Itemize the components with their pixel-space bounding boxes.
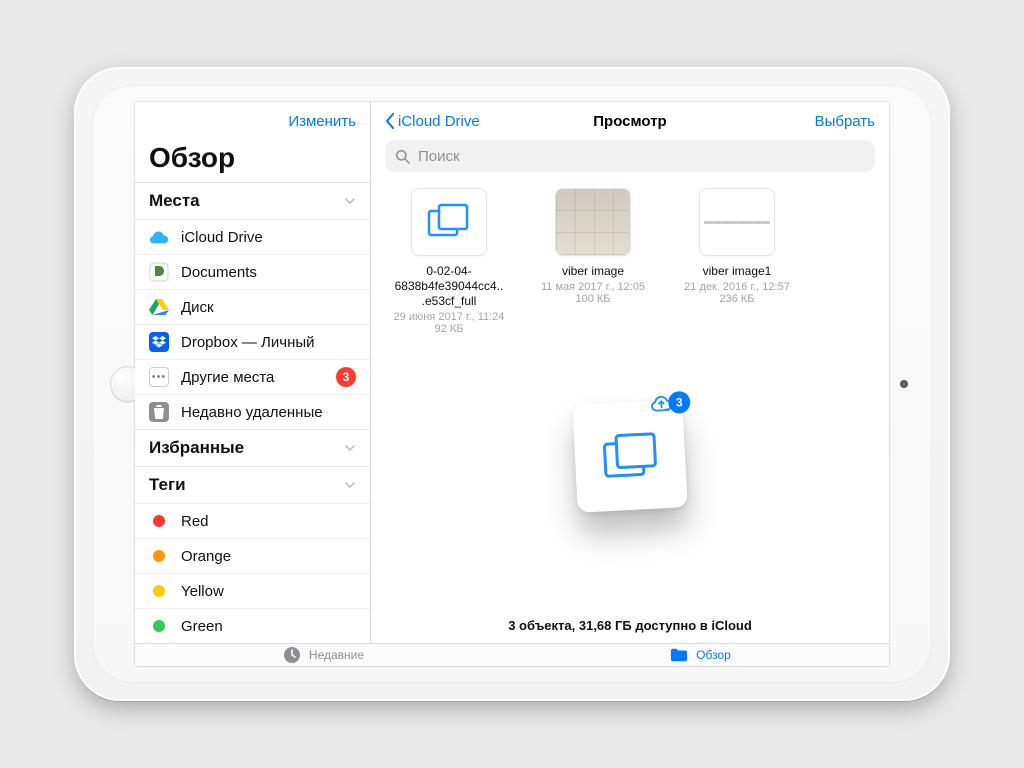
clock-icon	[283, 646, 301, 664]
sidebar-item-more-locations[interactable]: ••• Другие места 3	[135, 359, 370, 394]
search-placeholder: Поиск	[418, 148, 460, 165]
sidebar-item-label: Documents	[181, 264, 356, 281]
trash-icon	[149, 402, 169, 422]
favorites-header-label: Избранные	[149, 438, 244, 458]
favorites-header[interactable]: Избранные	[135, 430, 370, 466]
chevron-down-icon	[344, 195, 356, 207]
upload-count-badge: 3	[668, 391, 691, 414]
sidebar-item-documents[interactable]: Documents	[135, 254, 370, 289]
locations-header[interactable]: Места	[135, 183, 370, 219]
tab-label: Недавние	[309, 648, 364, 662]
file-size: 92 КБ	[435, 323, 464, 335]
sidebar-item-label: Другие места	[181, 369, 324, 386]
notification-badge: 3	[336, 367, 356, 387]
tab-recent[interactable]: Недавние	[135, 644, 512, 666]
sidebar-item-google-drive[interactable]: Диск	[135, 289, 370, 324]
sidebar-scroll[interactable]: Места iCloud Drive	[135, 182, 370, 643]
sidebar-item-label: Недавно удаленные	[181, 404, 356, 421]
sidebar-title: Обзор	[135, 140, 370, 182]
file-size: 100 КБ	[575, 293, 610, 305]
chevron-left-icon	[385, 113, 395, 129]
storage-status: 3 объекта, 31,68 ГБ доступно в iCloud	[371, 604, 889, 643]
main-content: iCloud Drive Просмотр Выбрать Поиск	[371, 102, 889, 643]
section-favorites: Избранные	[135, 429, 370, 466]
icloud-icon	[149, 227, 169, 247]
tab-browse[interactable]: Обзор	[512, 644, 889, 666]
file-grid: 0-02-04-6838b4fe39044cc4...e53cf_full 29…	[371, 182, 889, 335]
sidebar-item-label: Dropbox — Личный	[181, 334, 356, 351]
tag-orange[interactable]: Orange	[135, 538, 370, 573]
section-tags: Теги Red	[135, 466, 370, 643]
file-item[interactable]: viber image1 21 дек. 2016 г., 12:57 236 …	[681, 188, 793, 305]
tag-dot-icon	[149, 511, 169, 531]
file-item[interactable]: 0-02-04-6838b4fe39044cc4...e53cf_full 29…	[393, 188, 505, 335]
file-name: 0-02-04-6838b4fe39044cc4...e53cf_full	[393, 264, 505, 309]
sidebar-item-dropbox[interactable]: Dropbox — Личный	[135, 324, 370, 359]
file-name: viber image	[562, 264, 624, 279]
ipad-frame-outer: Изменить Обзор Места	[74, 67, 950, 701]
tag-label: Red	[181, 513, 356, 530]
file-name: viber image1	[703, 264, 772, 279]
stacked-files-icon	[600, 430, 661, 483]
edit-button[interactable]: Изменить	[288, 113, 356, 130]
file-thumbnail	[699, 188, 775, 256]
sidebar-item-label: iCloud Drive	[181, 229, 356, 246]
tag-dot-icon	[149, 546, 169, 566]
file-meta: 21 дек. 2016 г., 12:57	[684, 281, 790, 293]
tab-label: Обзор	[696, 648, 731, 662]
file-meta: 11 мая 2017 г., 12:05	[541, 281, 645, 293]
search-icon	[395, 149, 410, 164]
tag-dot-icon	[149, 581, 169, 601]
sidebar-item-label: Диск	[181, 299, 356, 316]
upload-badge-group: 3	[650, 391, 691, 415]
tag-label: Green	[181, 618, 356, 635]
dropbox-icon	[149, 332, 169, 352]
tag-red[interactable]: Red	[135, 503, 370, 538]
documents-app-icon	[149, 262, 169, 282]
file-meta: 29 июня 2017 г., 11:24	[394, 311, 505, 323]
google-drive-icon	[149, 297, 169, 317]
upload-card[interactable]: 3	[572, 399, 688, 513]
front-camera	[900, 380, 908, 388]
tag-dot-icon	[149, 616, 169, 636]
more-locations-icon: •••	[149, 367, 169, 387]
file-thumbnail	[411, 188, 487, 256]
folder-icon	[670, 646, 688, 664]
sidebar-item-recently-deleted[interactable]: Недавно удаленные	[135, 394, 370, 429]
tags-header[interactable]: Теги	[135, 467, 370, 503]
screen: Изменить Обзор Места	[135, 102, 889, 666]
section-locations: Места iCloud Drive	[135, 182, 370, 429]
locations-header-label: Места	[149, 191, 200, 211]
tab-bar: Недавние Обзор	[135, 643, 889, 666]
ipad-frame-inner: Изменить Обзор Места	[92, 85, 932, 683]
file-item[interactable]: viber image 11 мая 2017 г., 12:05 100 КБ	[537, 188, 649, 305]
sidebar-top: Изменить	[135, 102, 370, 140]
sidebar-item-icloud[interactable]: iCloud Drive	[135, 219, 370, 254]
back-button[interactable]: iCloud Drive	[385, 113, 480, 130]
tags-header-label: Теги	[149, 475, 186, 495]
tag-green[interactable]: Green	[135, 608, 370, 643]
tag-label: Orange	[181, 548, 356, 565]
main-nav: iCloud Drive Просмотр Выбрать	[371, 102, 889, 140]
back-label: iCloud Drive	[398, 113, 480, 130]
tag-yellow[interactable]: Yellow	[135, 573, 370, 608]
chevron-down-icon	[344, 479, 356, 491]
search-input[interactable]: Поиск	[385, 140, 875, 172]
file-thumbnail	[555, 188, 631, 256]
tag-label: Yellow	[181, 583, 356, 600]
page-background: Изменить Обзор Места	[0, 0, 1024, 768]
files-app: Изменить Обзор Места	[135, 102, 889, 643]
chevron-down-icon	[344, 442, 356, 454]
select-button[interactable]: Выбрать	[815, 113, 875, 130]
file-size: 236 КБ	[719, 293, 754, 305]
sidebar: Изменить Обзор Места	[135, 102, 371, 643]
